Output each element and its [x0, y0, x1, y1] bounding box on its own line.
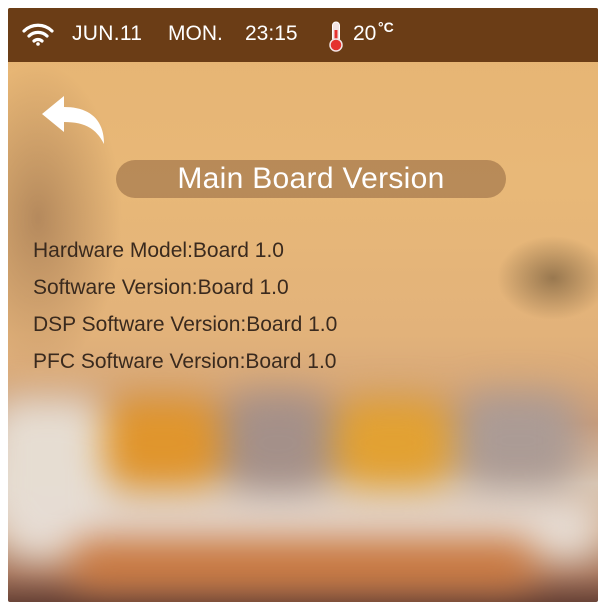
wifi-icon [22, 23, 54, 46]
version-info-list: Hardware Model:Board 1.0 Software Versio… [33, 232, 337, 380]
thermometer-icon [329, 21, 343, 52]
back-arrow-icon[interactable] [38, 90, 108, 150]
status-temperature: 20 [353, 22, 377, 45]
background-sofa-blur [8, 388, 598, 602]
status-bar: JUN.11 MON. 23:15 20 °C [8, 8, 598, 62]
hardware-model-line: Hardware Model:Board 1.0 [33, 239, 284, 262]
status-temperature-unit: °C [378, 19, 394, 35]
status-time: 23:15 [245, 22, 298, 45]
page-title: Main Board Version [177, 162, 445, 195]
pfc-software-version-line: PFC Software Version:Board 1.0 [33, 350, 337, 373]
page-title-pill: Main Board Version [116, 160, 506, 198]
screen: JUN.11 MON. 23:15 20 °C Main Board Versi… [8, 8, 598, 602]
dsp-software-version-line: DSP Software Version:Board 1.0 [33, 313, 338, 336]
status-date: JUN.11 [72, 22, 143, 45]
software-version-line: Software Version:Board 1.0 [33, 276, 289, 299]
status-day: MON. [168, 22, 223, 45]
